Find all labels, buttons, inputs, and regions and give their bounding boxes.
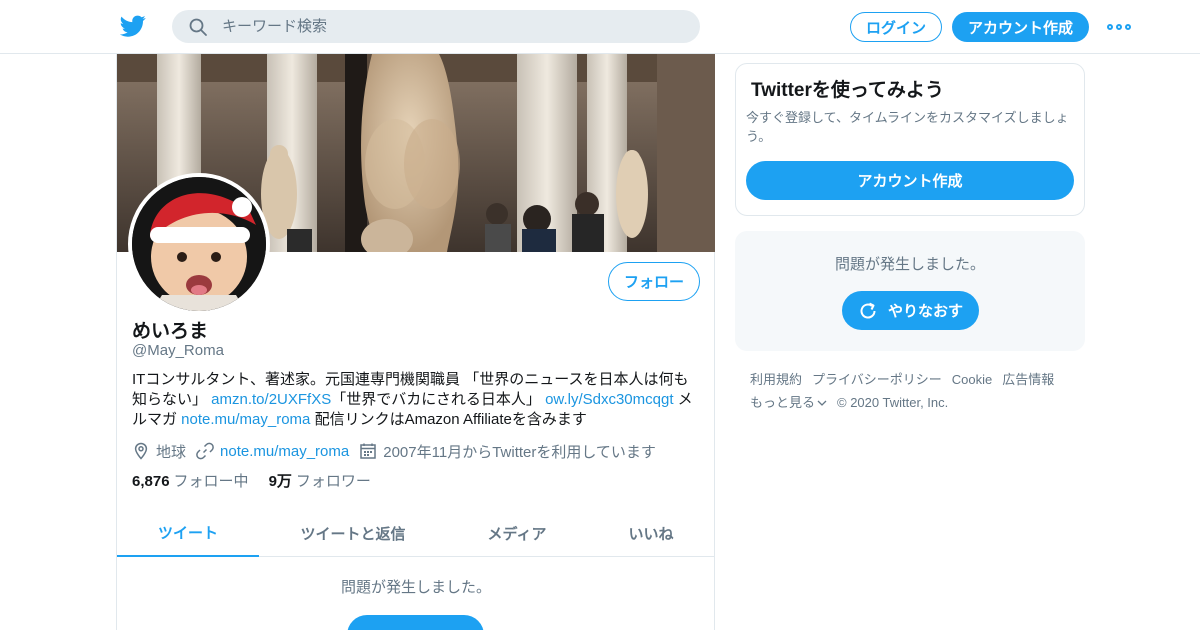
footer-more-link[interactable]: もっと見る bbox=[750, 391, 827, 414]
timeline-retry-button[interactable] bbox=[347, 615, 484, 630]
followers-count: 9万 bbox=[268, 473, 292, 490]
location-text: 地球 bbox=[156, 443, 187, 461]
followers-stat[interactable]: 9万 フォロワー bbox=[269, 470, 371, 491]
bio-link-owly[interactable]: ow.ly/Sdxc30mcqgt bbox=[545, 391, 673, 408]
joined-text: 2007年11月からTwitterを利用しています bbox=[383, 443, 656, 461]
location-pin-icon bbox=[134, 442, 148, 460]
following-label: フォロー中 bbox=[173, 473, 249, 490]
profile-avatar[interactable] bbox=[128, 173, 270, 315]
profile-stats: 6,876 フォロー中 9万 フォロワー bbox=[132, 470, 391, 491]
more-dots-icon[interactable] bbox=[1107, 20, 1131, 34]
tab-tweets-and-replies[interactable]: ツイートと返信 bbox=[259, 509, 447, 557]
signup-card-title: Twitterを使ってみよう bbox=[751, 80, 944, 101]
signup-card-description: 今すぐ登録して、タイムラインをカスタマイズしましょう。 bbox=[746, 110, 1069, 144]
footer-terms-link[interactable]: 利用規約 bbox=[750, 368, 802, 391]
sidebar-retry-label: やりなおす bbox=[887, 303, 963, 320]
following-count: 6,876 bbox=[132, 473, 170, 490]
profile-website: note.mu/may_roma bbox=[196, 442, 349, 460]
profile-column: フォロー めいろま @May_Roma ITコンサルタント、著述家。元国連専門機… bbox=[116, 54, 715, 630]
sidebar-retry-button[interactable]: やりなおす bbox=[842, 291, 979, 330]
tab-likes[interactable]: いいね bbox=[587, 509, 715, 557]
signup-card-button[interactable]: アカウント作成 bbox=[746, 161, 1074, 200]
profile-display-name: めいろま bbox=[132, 321, 209, 342]
profile-tabs: ツイート ツイートと返信 メディア いいね bbox=[117, 509, 715, 557]
search-box bbox=[172, 10, 700, 43]
footer-cookie-link[interactable]: Cookie bbox=[952, 368, 992, 391]
chevron-down-icon bbox=[817, 400, 827, 406]
search-input[interactable] bbox=[222, 10, 682, 43]
link-icon bbox=[196, 442, 214, 460]
tab-tweets[interactable]: ツイート bbox=[117, 509, 259, 557]
bio-text: 配信リンクはAmazon Affiliateを含みます bbox=[310, 411, 587, 428]
signup-card: Twitterを使ってみよう 今すぐ登録して、タイムラインをカスタマイズしましょ… bbox=[735, 63, 1085, 216]
bio-link-note[interactable]: note.mu/may_roma bbox=[181, 411, 310, 428]
profile-location: 地球 bbox=[132, 441, 186, 462]
profile-joined: 2007年11月からTwitterを利用しています bbox=[359, 441, 656, 462]
timeline-error-message: 問題が発生しました。 bbox=[340, 579, 491, 596]
footer-copyright: © 2020 Twitter, Inc. bbox=[837, 395, 949, 410]
twitter-bird-icon[interactable] bbox=[119, 13, 146, 39]
search-icon bbox=[188, 17, 208, 37]
calendar-icon bbox=[360, 443, 376, 459]
login-button[interactable]: ログイン bbox=[850, 12, 942, 42]
signup-button[interactable]: アカウント作成 bbox=[952, 12, 1089, 42]
footer-privacy-link[interactable]: プライバシーポリシー bbox=[812, 368, 942, 391]
footer-ads-link[interactable]: 広告情報 bbox=[1002, 368, 1054, 391]
refresh-icon bbox=[860, 302, 876, 319]
website-link[interactable]: note.mu/may_roma bbox=[220, 443, 349, 460]
footer-more-label: もっと見る bbox=[750, 395, 816, 410]
followers-label: フォロワー bbox=[295, 473, 371, 490]
sidebar-error-card: 問題が発生しました。 やりなおす bbox=[735, 231, 1085, 351]
following-stat[interactable]: 6,876 フォロー中 bbox=[132, 470, 249, 491]
bio-text: 「世界でバカにされる日本人」 bbox=[331, 391, 546, 408]
follow-button[interactable]: フォロー bbox=[608, 262, 700, 301]
sidebar-footer: 利用規約 プライバシーポリシー Cookie 広告情報 もっと見る © 2020 Twi… bbox=[750, 368, 1080, 414]
bio-link-amazon[interactable]: amzn.to/2UXFfXS bbox=[211, 391, 331, 408]
profile-handle[interactable]: @May_Roma bbox=[132, 342, 224, 359]
profile-bio: ITコンサルタント、著述家。元国連専門機関職員 「世界のニュースを日本人は何も知… bbox=[132, 370, 702, 430]
tab-media[interactable]: メディア bbox=[447, 509, 587, 557]
profile-meta: 地球 note.mu/may_roma 2007年11月からTwitterを利用… bbox=[132, 440, 666, 462]
top-navigation-bar: ログイン アカウント作成 bbox=[0, 0, 1200, 54]
sidebar-error-message: 問題が発生しました。 bbox=[834, 256, 985, 273]
